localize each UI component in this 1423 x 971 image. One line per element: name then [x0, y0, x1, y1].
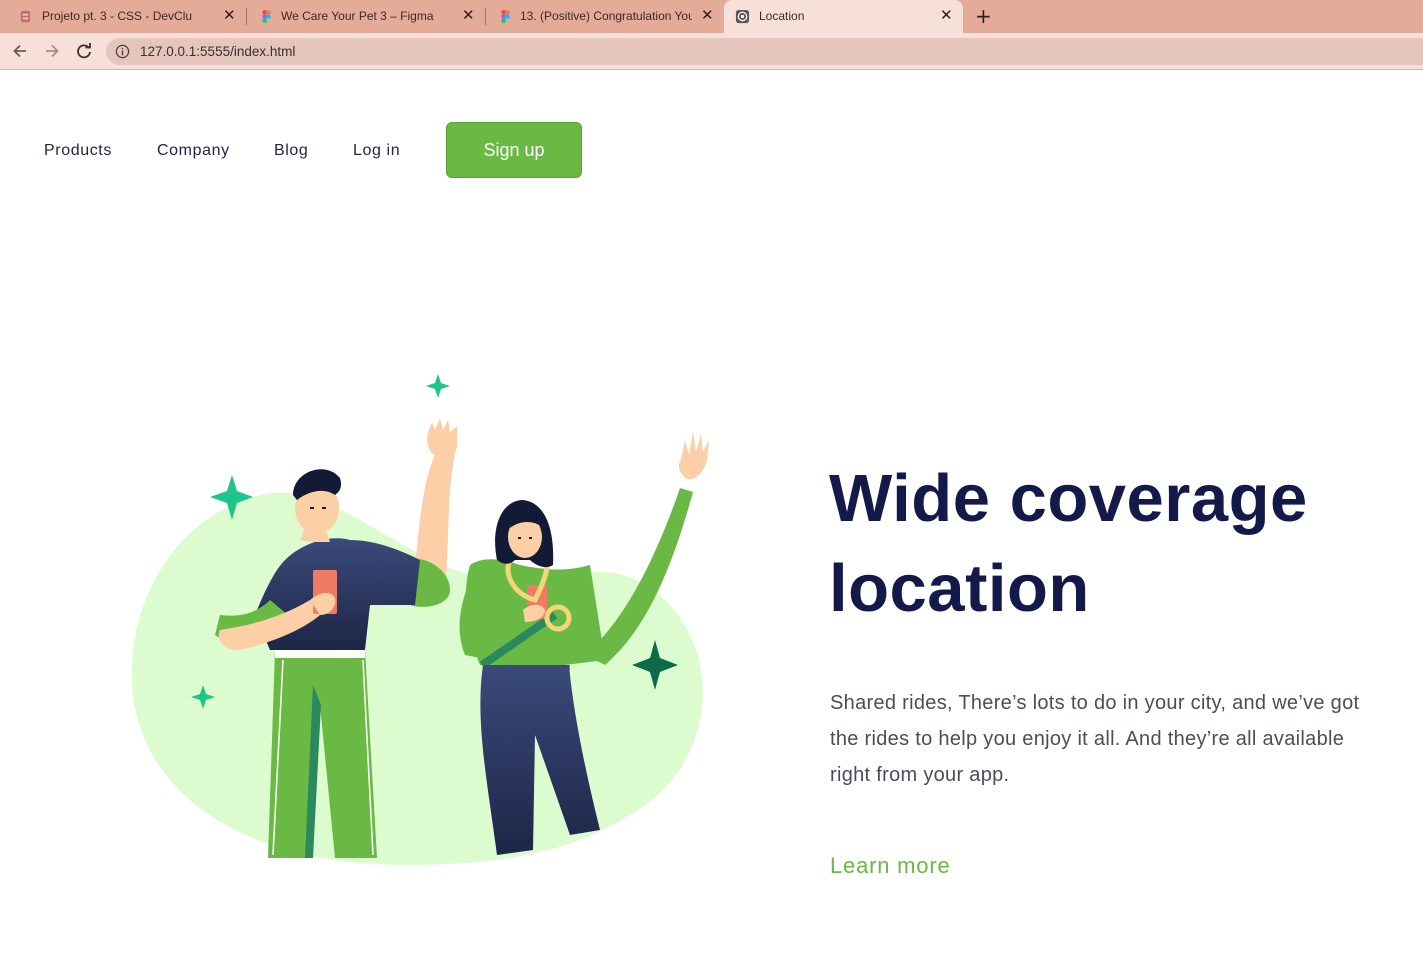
info-icon[interactable] [115, 44, 130, 59]
globe-icon [735, 9, 750, 24]
tab-title: Projeto pt. 3 - CSS - DevClub [42, 9, 192, 23]
nav-link-login[interactable]: Log in [353, 142, 400, 160]
reload-icon[interactable] [73, 40, 95, 62]
tab-devclub[interactable]: Projeto pt. 3 - CSS - DevClub ✕ [0, 0, 246, 33]
tab-location[interactable]: Location ✕ [724, 0, 963, 33]
sparkle-icon [426, 374, 450, 398]
devclub-icon [20, 10, 31, 23]
new-tab-icon[interactable]: + [975, 5, 992, 27]
back-arrow-icon[interactable] [9, 40, 31, 62]
close-icon[interactable]: ✕ [940, 7, 953, 24]
headline-line-2: location [829, 551, 1090, 626]
address-bar[interactable]: 127.0.0.1:5555/index.html [106, 38, 1423, 65]
close-icon[interactable]: ✕ [223, 7, 236, 24]
tab-figma-pet[interactable]: We Care Your Pet 3 – Figma ✕ [247, 0, 485, 33]
tab-title: Location [759, 9, 805, 23]
hero-description: Shared rides, There’s lots to do in your… [830, 692, 1360, 786]
figma-icon [501, 9, 510, 24]
learn-more-link[interactable]: Learn more [830, 853, 951, 879]
close-icon[interactable]: ✕ [462, 7, 475, 24]
figma-icon [262, 9, 271, 24]
close-icon[interactable]: ✕ [701, 7, 714, 24]
nav-link-company[interactable]: Company [157, 142, 230, 160]
tab-figma-congrats[interactable]: 13. (Positive) Congratulation You ✕ [486, 0, 724, 33]
nav-link-blog[interactable]: Blog [274, 142, 308, 160]
hero-headline: Wide coverage location [829, 454, 1409, 634]
signup-button[interactable]: Sign up [446, 122, 582, 178]
url-text: 127.0.0.1:5555/index.html [140, 44, 296, 59]
headline-line-1: Wide coverage [829, 461, 1308, 536]
tab-title: 13. (Positive) Congratulation You [520, 9, 692, 23]
two-people-waving-illustration [131, 374, 709, 865]
tab-title: We Care Your Pet 3 – Figma [281, 9, 434, 23]
browser-tab-strip: Projeto pt. 3 - CSS - DevClub ✕ We Care … [0, 0, 1423, 33]
nav-link-products[interactable]: Products [44, 142, 112, 160]
forward-arrow-icon[interactable] [41, 40, 63, 62]
browser-toolbar: 127.0.0.1:5555/index.html [0, 33, 1423, 70]
